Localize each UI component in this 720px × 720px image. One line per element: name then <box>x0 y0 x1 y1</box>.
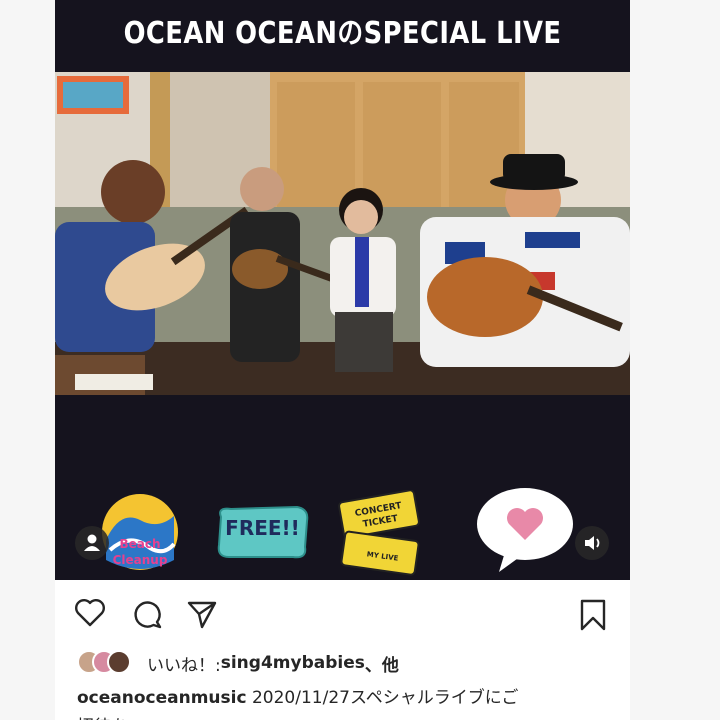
share-icon[interactable] <box>185 597 219 631</box>
likes-prefix: いいね！: <box>147 655 221 676</box>
liker-username[interactable]: sing4mybabies <box>221 653 365 673</box>
concert-ticket-sticker: CONCERT TICKET MY LIVE <box>338 490 420 576</box>
comment-icon[interactable] <box>130 597 164 631</box>
likes-suffix: 、他 <box>364 655 399 676</box>
user-icon <box>84 534 100 551</box>
liker-avatars <box>77 650 135 676</box>
post-caption: oceanoceanmusic 2020/11/27スペシャルライブにご <box>77 686 622 710</box>
caption-text: 2020/11/27スペシャルライブにご <box>251 688 519 708</box>
instagram-post: OCEAN OCEANのSPECIAL LIVE Beach Cleanup F… <box>55 0 630 720</box>
heart-icon[interactable] <box>73 597 107 629</box>
video-title: OCEAN OCEANのSPECIAL LIVE <box>123 16 562 51</box>
post-actions <box>55 585 630 635</box>
beach-cleanup-sticker: Beach Cleanup <box>102 494 178 570</box>
stickers-row: Beach Cleanup FREE!! CONCERT TICKET MY L… <box>55 480 630 580</box>
caption-continued: 招待を… <box>77 712 145 720</box>
beach-cleanup-label: Beach <box>119 537 160 551</box>
svg-text:Cleanup: Cleanup <box>113 553 168 567</box>
tagged-users-button[interactable] <box>75 526 109 560</box>
likes-summary[interactable]: いいね！: sing4mybabies 、他 <box>77 648 399 678</box>
caption-username[interactable]: oceanoceanmusic <box>77 688 247 708</box>
video-frame-musicians <box>55 72 630 395</box>
volume-icon <box>585 536 600 550</box>
post-video[interactable]: OCEAN OCEANのSPECIAL LIVE Beach Cleanup F… <box>55 0 630 580</box>
heart-bubble-sticker <box>477 488 573 572</box>
free-label: FREE!! <box>225 516 300 540</box>
avatar <box>107 650 131 674</box>
bookmark-icon[interactable] <box>577 597 609 633</box>
mute-toggle-button[interactable] <box>575 526 609 560</box>
